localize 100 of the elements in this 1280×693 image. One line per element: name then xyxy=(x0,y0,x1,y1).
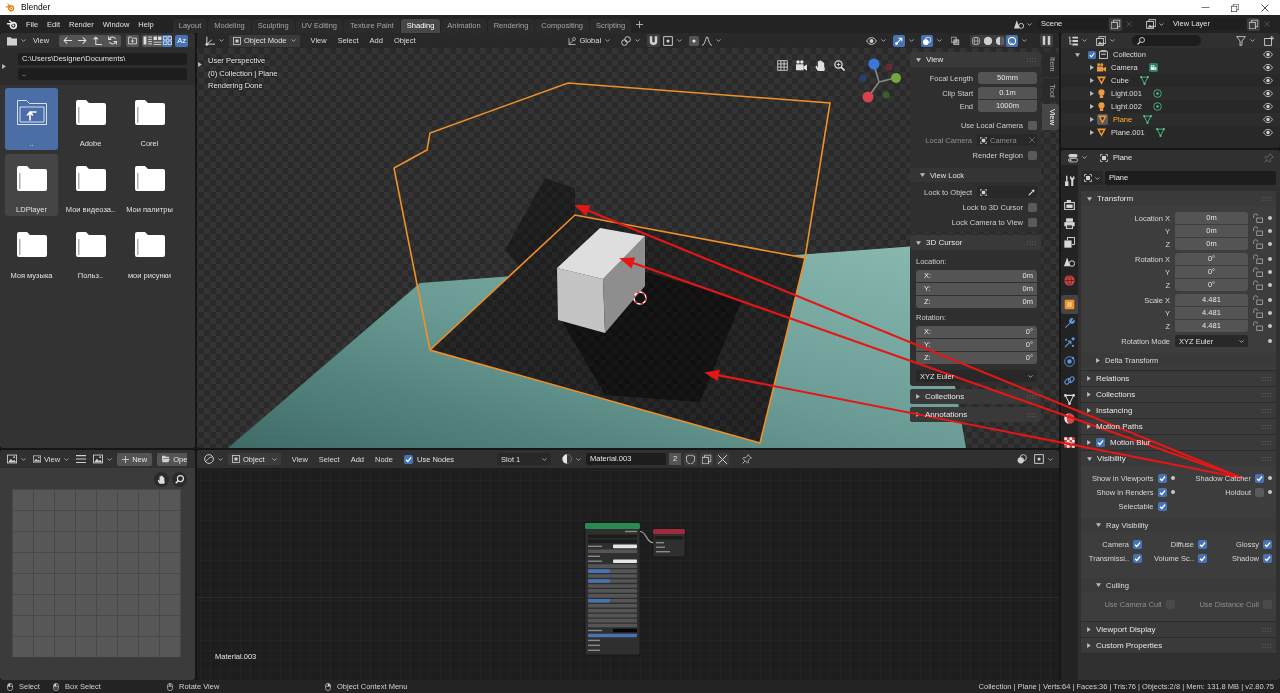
pause-icon[interactable] xyxy=(1040,34,1053,47)
dot-square-icon[interactable] xyxy=(689,35,700,46)
triangle-down-icon[interactable] xyxy=(1087,456,1092,461)
eye-icon[interactable] xyxy=(1263,103,1273,110)
dot-icon[interactable] xyxy=(1268,311,1272,315)
checkbox[interactable] xyxy=(403,454,413,464)
arrow-up-icon[interactable] xyxy=(93,36,103,45)
search-field[interactable] xyxy=(1132,35,1201,46)
triangle-down-icon[interactable] xyxy=(916,240,921,245)
zoom-icon[interactable] xyxy=(172,472,187,487)
eye-icon[interactable] xyxy=(1263,116,1273,123)
triangle-right-icon[interactable] xyxy=(1090,65,1094,70)
dot-icon[interactable] xyxy=(1268,298,1272,302)
sphere-icon[interactable] xyxy=(982,34,994,47)
display-mode-button[interactable] xyxy=(152,34,163,47)
eye-icon[interactable] xyxy=(1263,51,1273,58)
toggles-icon[interactable] xyxy=(1068,152,1078,163)
checkbox[interactable] xyxy=(1096,438,1105,447)
checkbox[interactable] xyxy=(1157,473,1167,483)
eye-icon[interactable] xyxy=(1263,64,1273,71)
refresh-icon[interactable] xyxy=(108,36,118,45)
close-icon[interactable] xyxy=(716,452,730,466)
dot-icon[interactable] xyxy=(1268,257,1272,261)
triangle-right-icon[interactable] xyxy=(1087,408,1091,413)
checkbox[interactable] xyxy=(1255,487,1264,497)
padlock-icon[interactable] xyxy=(1253,280,1263,290)
checkbox[interactable] xyxy=(1028,217,1037,227)
dot-icon[interactable] xyxy=(1268,242,1272,246)
arrow-icon[interactable] xyxy=(893,34,905,47)
list-icon[interactable] xyxy=(1068,35,1078,46)
circles-icon[interactable] xyxy=(1017,454,1027,464)
triangle-right-icon[interactable] xyxy=(1087,392,1091,397)
dot-icon[interactable] xyxy=(1268,339,1272,343)
panel-header[interactable]: View xyxy=(910,52,1041,67)
triangle-icon[interactable] xyxy=(1139,76,1149,85)
grid-icon[interactable] xyxy=(777,60,788,71)
checkbox[interactable] xyxy=(1133,553,1142,563)
arrow-left-icon[interactable] xyxy=(63,36,73,45)
checkbox[interactable] xyxy=(1263,539,1272,549)
picture-icon[interactable] xyxy=(93,454,104,464)
images-icon[interactable] xyxy=(1096,35,1106,46)
eye-icon[interactable] xyxy=(1263,90,1273,97)
triangle-down-icon[interactable] xyxy=(920,173,925,177)
triangle-right-icon[interactable] xyxy=(2,64,6,69)
square-dot-icon[interactable] xyxy=(1034,454,1044,464)
wire-sphere-icon[interactable] xyxy=(970,34,982,47)
padlock-icon[interactable] xyxy=(1253,308,1263,318)
display-mode-button[interactable] xyxy=(162,34,173,47)
triangle-down-icon[interactable] xyxy=(1096,523,1101,527)
copy-icon[interactable] xyxy=(700,452,714,466)
display-mode-button[interactable] xyxy=(142,34,153,47)
triangle-right-icon[interactable] xyxy=(1090,104,1094,109)
dot-icon[interactable] xyxy=(1268,216,1272,220)
triangle-down-icon[interactable] xyxy=(916,57,921,62)
triangle-right-icon[interactable] xyxy=(916,394,920,399)
triangle-right-icon[interactable] xyxy=(1096,357,1100,363)
box-plus-icon[interactable] xyxy=(1264,35,1274,46)
half-sphere-icon[interactable] xyxy=(994,34,1006,47)
checkbox[interactable] xyxy=(1157,487,1167,497)
dot-icon[interactable] xyxy=(1268,229,1272,233)
checkbox[interactable] xyxy=(1157,501,1167,511)
checkbox[interactable] xyxy=(1028,150,1037,160)
ring-sphere-icon[interactable] xyxy=(1006,34,1018,47)
restore-icon[interactable] xyxy=(1231,3,1239,12)
dot-icon[interactable] xyxy=(1170,490,1175,494)
checkbox[interactable] xyxy=(1198,539,1207,549)
copy-icon[interactable] xyxy=(1247,17,1260,31)
triangle-right-icon[interactable] xyxy=(1090,117,1094,122)
triangle-icon[interactable] xyxy=(1155,128,1165,137)
shield-icon[interactable] xyxy=(684,452,698,466)
padlock-icon[interactable] xyxy=(1253,267,1263,277)
checkbox[interactable] xyxy=(1255,473,1264,483)
copy-icon[interactable] xyxy=(1109,17,1122,31)
eye-icon[interactable] xyxy=(866,36,877,45)
eye-icon[interactable] xyxy=(1263,77,1273,84)
panel-header[interactable]: Collections xyxy=(910,389,1041,404)
eye-icon[interactable] xyxy=(1263,129,1273,136)
sphere-icon[interactable] xyxy=(562,454,573,464)
checkbox[interactable] xyxy=(1198,553,1207,563)
checkbox[interactable] xyxy=(1133,539,1142,549)
padlock-icon[interactable] xyxy=(1253,321,1263,331)
padlock-icon[interactable] xyxy=(1253,226,1263,236)
padlock-icon[interactable] xyxy=(1253,239,1263,249)
dot-icon[interactable] xyxy=(1268,476,1272,480)
images-icon[interactable] xyxy=(1146,19,1156,29)
checkbox[interactable] xyxy=(1028,120,1037,130)
filter-icon[interactable] xyxy=(1236,35,1246,46)
triangle-right-icon[interactable] xyxy=(1087,643,1091,648)
triangle-down-icon[interactable] xyxy=(1075,52,1080,57)
object-type-dropdown[interactable] xyxy=(1081,171,1103,185)
triangle-right-icon[interactable] xyxy=(1090,78,1094,83)
triangle-right-icon[interactable] xyxy=(1087,376,1091,381)
triangle-down-icon[interactable] xyxy=(1087,196,1092,201)
shader-node-drawing[interactable] xyxy=(584,522,641,656)
dot-icon[interactable] xyxy=(1268,324,1272,328)
triangle-right-icon[interactable] xyxy=(1087,627,1091,632)
triangle-right-icon[interactable] xyxy=(1090,91,1094,96)
curve-icon[interactable] xyxy=(702,35,713,46)
output-node-drawing[interactable] xyxy=(652,528,686,558)
arrow-right-icon[interactable] xyxy=(78,36,88,45)
